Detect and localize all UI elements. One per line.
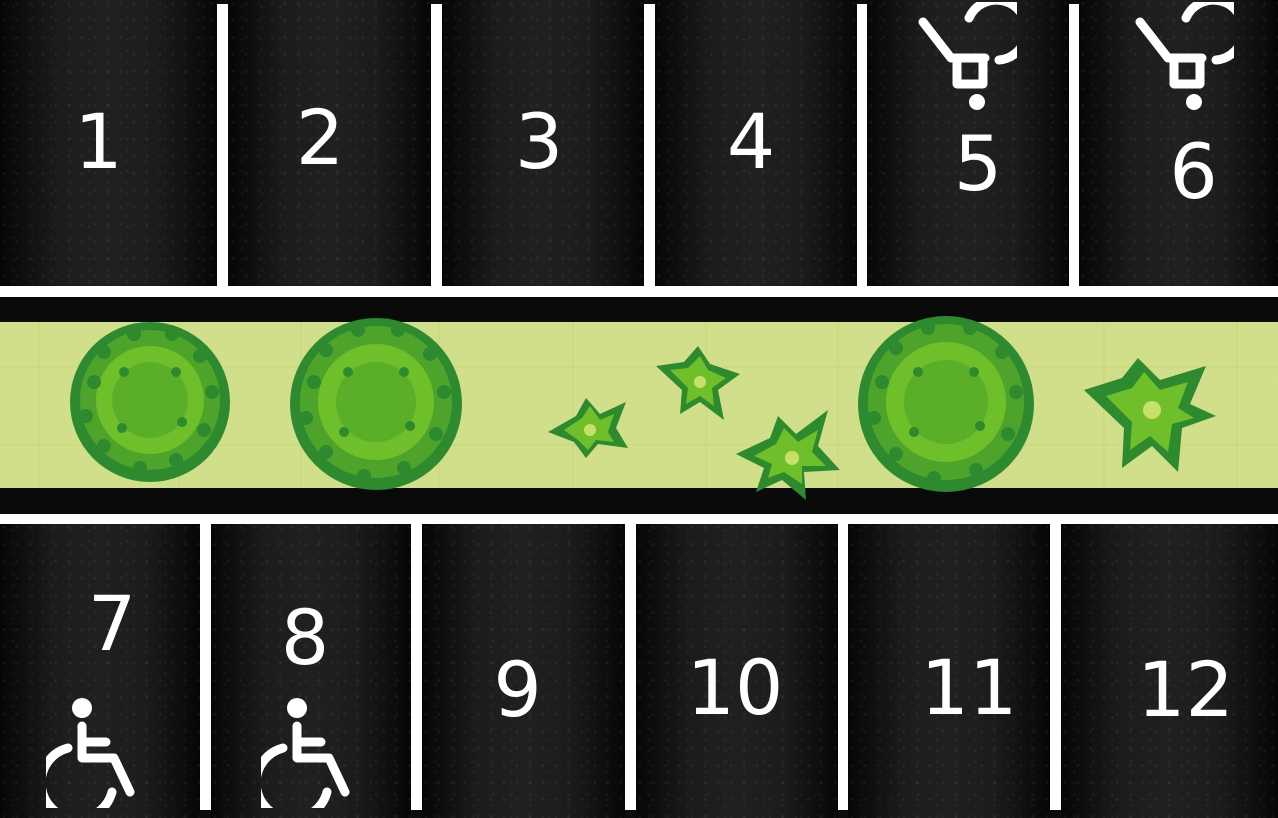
bottom-parking-row: 7 8 9 10 11 12	[0, 524, 1278, 818]
parking-space-10[interactable]: 10	[636, 524, 838, 818]
parking-space-7[interactable]: 7	[0, 524, 200, 818]
wheelchair-icon	[261, 698, 350, 808]
stall-divider-line	[411, 524, 422, 810]
parking-space-6[interactable]: 6	[1079, 0, 1278, 286]
shrub-icon	[1084, 358, 1216, 472]
tree-icon	[290, 318, 462, 490]
space-number: 11	[920, 643, 1018, 732]
parking-space-5[interactable]: 5	[867, 0, 1069, 286]
parking-space-1[interactable]: 1	[0, 0, 217, 286]
parking-space-4[interactable]: 4	[655, 0, 857, 286]
space-number: 5	[953, 119, 1003, 208]
stall-divider-line	[838, 524, 848, 810]
space-number: 8	[280, 593, 330, 682]
space-number: 6	[1169, 127, 1218, 216]
space-number: 10	[686, 643, 784, 732]
stall-divider-line	[431, 4, 442, 286]
stroller-icon	[918, 2, 1017, 110]
parking-space-9[interactable]: 9	[422, 524, 625, 818]
space-number: 2	[295, 93, 345, 182]
top-curb-line	[0, 286, 1278, 297]
stall-divider-line	[217, 4, 228, 286]
space-number: 3	[514, 97, 564, 186]
top-parking-row: 1 2 3 4 5 6	[0, 0, 1278, 286]
space-number: 4	[726, 97, 776, 186]
parking-space-8[interactable]: 8	[211, 524, 411, 818]
space-number: 7	[87, 579, 137, 668]
stall-divider-line	[857, 4, 867, 286]
median-grid-line	[38, 322, 40, 488]
median-grid-line	[1236, 322, 1238, 488]
stall-divider-line	[625, 524, 636, 810]
parking-space-11[interactable]: 11	[848, 524, 1050, 818]
parking-space-3[interactable]: 3	[442, 0, 644, 286]
space-number: 9	[493, 645, 542, 734]
parking-space-2[interactable]: 2	[229, 0, 431, 286]
space-number: 1	[74, 97, 123, 186]
tree-icon	[70, 322, 230, 482]
stroller-icon	[1135, 2, 1234, 110]
stall-divider-line	[1050, 524, 1061, 810]
parking-lot: 1 2 3 4 5 6 7 8 9 10 11 12	[0, 0, 1278, 818]
shrub-icon	[656, 346, 740, 420]
stall-divider-line	[644, 4, 655, 286]
tree-icon	[858, 316, 1034, 492]
wheelchair-icon	[46, 698, 135, 808]
space-number: 12	[1137, 645, 1234, 734]
stall-divider-line	[200, 524, 211, 810]
shrub-icon	[736, 410, 840, 500]
shrub-icon	[548, 398, 628, 458]
parking-space-12[interactable]: 12	[1061, 524, 1278, 818]
stall-divider-line	[1069, 4, 1079, 286]
